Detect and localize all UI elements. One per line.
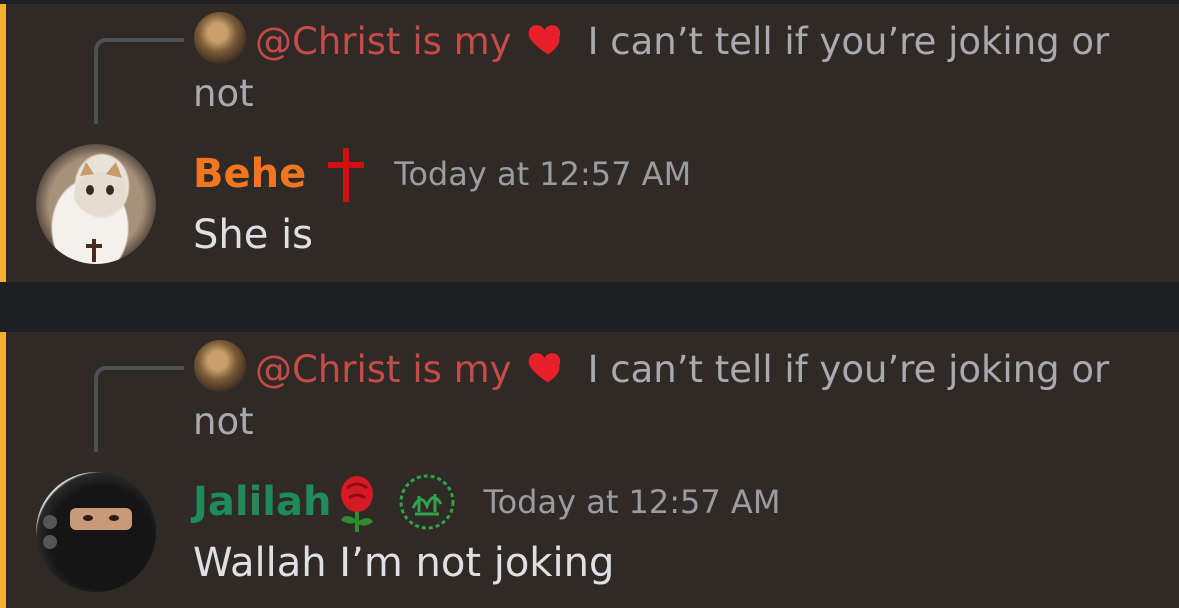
reply-mention[interactable]: @Christ is my [255,348,512,391]
author-name[interactable]: Behe [193,151,306,197]
heart-emoji-icon [528,25,560,55]
avatar[interactable] [36,144,156,264]
mention-highlight-bar [0,4,6,282]
author-name[interactable]: Jalilah [193,479,331,525]
cross-icon [328,148,365,202]
heart-emoji-icon [528,353,560,383]
reply-preview[interactable]: @Christ is my I can’t tell if you’re joki… [193,344,1153,448]
message-header: Behe Today at 12:57 AM [193,144,691,204]
message-item[interactable]: @Christ is my I can’t tell if you’re joki… [0,332,1179,608]
message-header: Jalilah Today at 12:57 AM [193,472,780,532]
mention-highlight-bar [0,332,6,608]
veiled-woman-avatar-icon [43,508,132,549]
rose-icon [341,476,374,532]
reply-preview[interactable]: @Christ is my I can’t tell if you’re joki… [193,16,1153,120]
timestamp: Today at 12:57 AM [483,483,781,521]
reply-connector [94,366,184,452]
timestamp: Today at 12:57 AM [394,155,692,193]
message-item[interactable]: @Christ is my I can’t tell if you’re joki… [0,4,1179,282]
message-content: Wallah I’m not joking [193,540,615,586]
reply-connector [94,38,184,124]
reply-mention[interactable]: @Christ is my [255,20,512,63]
shahada-calligraphy-icon [399,474,455,530]
cat-avatar-icon [74,162,126,262]
avatar[interactable] [36,472,156,592]
message-content: She is [193,212,314,258]
